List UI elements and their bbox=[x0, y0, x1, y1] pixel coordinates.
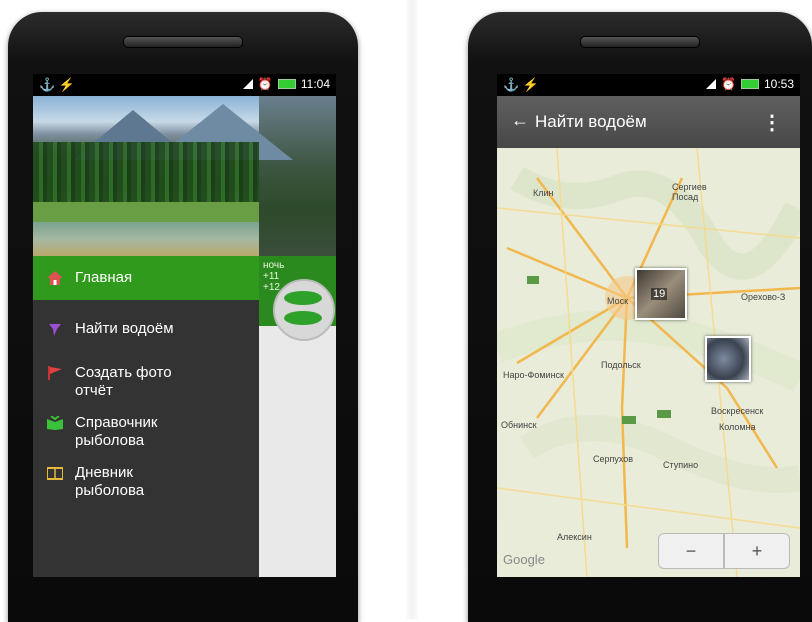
map-label: Моск bbox=[607, 296, 629, 306]
fish-icon bbox=[284, 291, 322, 305]
menu-label-photo-report: Создать фото отчёт bbox=[75, 364, 172, 399]
earpiece bbox=[580, 36, 700, 48]
home-icon bbox=[47, 271, 63, 285]
action-bar: ← Найти водоём ⋮ bbox=[497, 96, 800, 148]
fish-icon bbox=[284, 311, 322, 325]
overflow-menu-icon[interactable]: ⋮ bbox=[762, 110, 782, 135]
drawer-header-image bbox=[33, 96, 293, 256]
menu-item-home[interactable]: Главная bbox=[33, 256, 259, 300]
divider bbox=[405, 0, 419, 619]
book-icon bbox=[47, 416, 63, 430]
menu-item-photo-report[interactable]: Создать фото отчёт bbox=[33, 354, 259, 404]
map-label: Орехово-З bbox=[741, 292, 786, 302]
map-label: Ступино bbox=[663, 460, 699, 470]
battery-icon bbox=[740, 79, 759, 89]
fish-button[interactable] bbox=[273, 279, 335, 341]
zoom-out-button[interactable]: − bbox=[658, 533, 724, 569]
earpiece bbox=[123, 36, 243, 48]
map-label: Коломна bbox=[719, 422, 756, 432]
diary-icon bbox=[47, 467, 63, 480]
zoom-out-icon: − bbox=[685, 540, 697, 561]
status-bar: ⚓ ⚡ ⏰ 11:04 bbox=[33, 74, 336, 96]
map-label: Обнинск bbox=[501, 420, 537, 430]
phone-left: ⚓ ⚡ ⏰ 11:04 ночь +11 +12 Главная Найти в… bbox=[8, 12, 358, 622]
map-label: Алексин bbox=[557, 532, 592, 542]
pin-icon bbox=[49, 324, 61, 336]
menu-item-handbook[interactable]: Справочник рыболова bbox=[33, 404, 259, 454]
menu-item-diary[interactable]: Дневник рыболова bbox=[33, 454, 259, 504]
map-label: Клин bbox=[533, 188, 554, 198]
page-title: Найти водоём bbox=[535, 112, 647, 131]
map-roads bbox=[497, 148, 800, 577]
screen-left: ⚓ ⚡ ⏰ 11:04 ночь +11 +12 Главная Найти в… bbox=[33, 74, 336, 577]
alarm-icon: ⏰ bbox=[721, 77, 736, 91]
status-time: 11:04 bbox=[300, 77, 330, 91]
status-bar: ⚓ ⚡ ⏰ 10:53 bbox=[497, 74, 800, 96]
map-label: Воскресенск bbox=[711, 406, 764, 416]
navigation-drawer: Главная Найти водоём Создать фото отчёт … bbox=[33, 96, 293, 577]
menu-label-home: Главная bbox=[75, 269, 133, 286]
back-arrow-icon[interactable]: ← bbox=[511, 110, 529, 131]
map-label: Подольск bbox=[601, 360, 641, 370]
zoom-in-button[interactable]: + bbox=[724, 533, 790, 569]
cluster-count: 19 bbox=[651, 288, 668, 300]
status-time: 10:53 bbox=[763, 77, 794, 91]
zoom-controls: − + bbox=[658, 533, 790, 569]
google-logo: Google bbox=[503, 552, 545, 567]
usb-icon: ⚓ ⚡ bbox=[39, 77, 75, 92]
screen-right: ⚓ ⚡ ⏰ 10:53 ← Найти водоём ⋮ Клин Сергие… bbox=[497, 74, 800, 577]
phone-right: ⚓ ⚡ ⏰ 10:53 ← Найти водоём ⋮ Клин Сергие… bbox=[468, 12, 812, 622]
signal-icon bbox=[706, 79, 717, 89]
menu-label-handbook: Справочник рыболова bbox=[75, 414, 158, 449]
photo-marker[interactable] bbox=[705, 336, 751, 382]
map-label: Сергиев Посад bbox=[672, 182, 707, 202]
weather-night: ночь bbox=[263, 260, 285, 271]
menu-label-diary: Дневник рыболова bbox=[75, 464, 145, 499]
menu-item-find-water[interactable]: Найти водоём bbox=[33, 310, 259, 354]
drawer-menu: Главная Найти водоём Создать фото отчёт … bbox=[33, 256, 259, 504]
map-view[interactable]: Клин Сергиев Посад Моск Орехово-З Наро-Ф… bbox=[497, 148, 800, 577]
battery-icon bbox=[277, 79, 296, 89]
menu-label-find-water: Найти водоём bbox=[75, 320, 174, 337]
map-label: Наро-Фоминск bbox=[503, 370, 564, 380]
zoom-in-icon: + bbox=[751, 540, 763, 561]
signal-icon bbox=[242, 79, 253, 89]
usb-icon: ⚓ ⚡ bbox=[503, 77, 539, 92]
map-label: Серпухов bbox=[593, 454, 634, 464]
photo-cluster-marker[interactable]: 19 bbox=[635, 268, 687, 320]
flag-icon bbox=[48, 366, 62, 380]
alarm-icon: ⏰ bbox=[257, 77, 273, 91]
